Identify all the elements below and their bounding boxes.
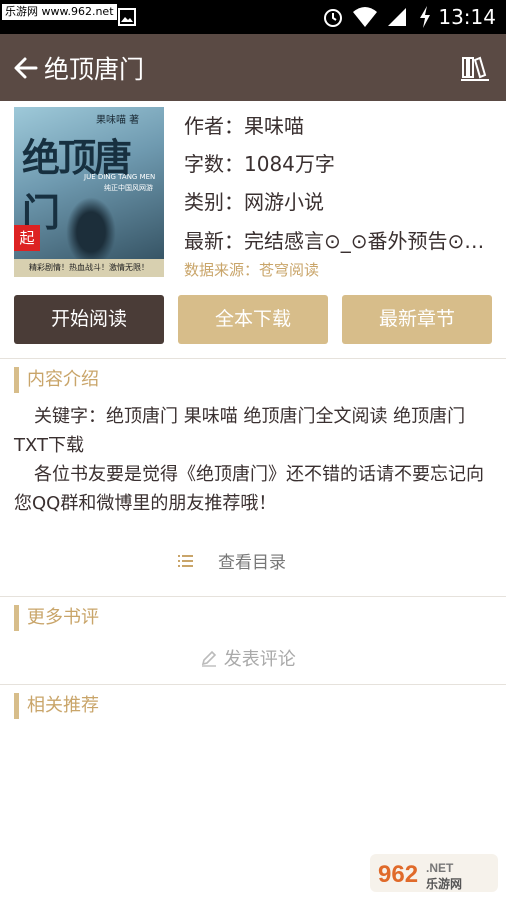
cover-footer: 精彩剧情！热血战斗！激情无限！ <box>14 259 164 277</box>
watermark-label: 乐游网 www.962.net <box>2 4 117 20</box>
cover-author: 果味喵 著 <box>96 115 140 126</box>
post-comment-button[interactable]: 发表评论 <box>200 645 296 671</box>
pencil-icon <box>200 649 224 670</box>
signal-icon <box>386 6 408 32</box>
post-comment-label: 发表评论 <box>223 649 296 670</box>
svg-text:.NET: .NET <box>426 861 454 875</box>
cover-pinyin: JUE DING TANG MEN <box>84 173 156 181</box>
divider <box>0 596 506 597</box>
latest-chapter-line[interactable]: 最新：完结感言⊙_⊙番外预告⊙… <box>184 225 502 254</box>
reviews-section-title: 更多书评 <box>14 605 99 631</box>
alarm-icon <box>322 6 344 32</box>
word-count-line: 字数：1084万字 <box>184 152 335 176</box>
cover-badge: 起 <box>14 225 40 251</box>
divider <box>0 684 506 685</box>
view-toc-link[interactable]: 查看目录 <box>178 548 286 574</box>
wifi-icon <box>352 6 378 32</box>
download-all-button[interactable]: 全本下载 <box>178 295 328 344</box>
related-section-title: 相关推荐 <box>14 693 99 719</box>
book-cover: 果味喵 著 绝顶唐门 JUE DING TANG MEN 纯正中国风网游 起 精… <box>14 107 164 277</box>
watermark-logo: 962 .NET 乐游网 <box>370 852 498 894</box>
list-icon <box>178 553 194 573</box>
svg-text:乐游网: 乐游网 <box>426 876 462 891</box>
intro-section-title: 内容介绍 <box>14 367 99 393</box>
image-icon <box>118 8 136 30</box>
svg-text:962: 962 <box>378 861 418 888</box>
start-reading-button[interactable]: 开始阅读 <box>14 295 164 344</box>
author-line: 作者：果味喵 <box>184 114 304 138</box>
status-bar: 乐游网 www.962.net 13:14 <box>0 0 506 34</box>
status-time: 13:14 <box>438 5 496 29</box>
intro-paragraph: 关键字：绝顶唐门 果味喵 绝顶唐门全文阅读 绝顶唐门TXT下载 <box>14 406 466 456</box>
app-bar: 绝顶唐门 <box>0 34 506 101</box>
view-toc-label: 查看目录 <box>218 553 286 573</box>
latest-chapter-button[interactable]: 最新章节 <box>342 295 492 344</box>
page-title: 绝顶唐门 <box>44 55 145 84</box>
cover-figure <box>66 197 116 267</box>
source-line: 数据来源：苍穹阅读 <box>184 261 320 279</box>
category-line: 类别：网游小说 <box>184 190 324 214</box>
divider <box>0 358 506 359</box>
intro-paragraph: 各位书友要是觉得《绝顶唐门》还不错的话请不要忘记向您QQ群和微博里的朋友推荐哦！ <box>14 464 484 514</box>
arrow-left-icon[interactable] <box>12 54 40 82</box>
cover-subtitle: 纯正中国风网游 <box>104 184 153 192</box>
bookshelf-icon[interactable] <box>460 54 490 82</box>
intro-text: 关键字：绝顶唐门 果味喵 绝顶唐门全文阅读 绝顶唐门TXT下载 各位书友要是觉得… <box>14 402 494 518</box>
battery-charging-icon <box>418 5 432 33</box>
